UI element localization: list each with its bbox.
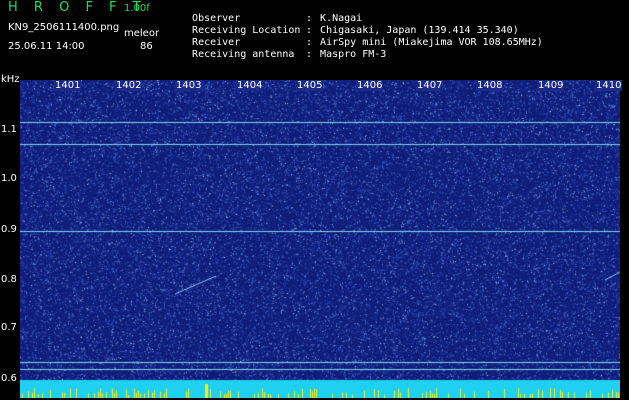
separator: : (306, 49, 313, 60)
x-tick-label: 1407 (416, 80, 444, 91)
mode-label: meleor (124, 28, 160, 39)
x-tick-label: 1404 (236, 80, 264, 91)
x-tick-label: 1409 (537, 80, 565, 91)
y-tick-label: 0.6 (1, 373, 17, 384)
y-tick-label: 0.8 (1, 274, 17, 285)
spectrogram-canvas (20, 80, 620, 398)
antenna-label: Receiving antenna (192, 49, 295, 60)
y-tick-label: 1.0 (1, 173, 17, 184)
file-name: KN9_2506111400.png (8, 22, 120, 33)
y-tick-label: 1.1 (1, 124, 17, 135)
x-tick-label: 1406 (356, 80, 384, 91)
x-tick-label: 1403 (175, 80, 203, 91)
x-tick-label: 1408 (476, 80, 504, 91)
antenna-value: Maspro FM-3 (320, 49, 387, 60)
y-tick-label: 0.9 (1, 224, 17, 235)
x-tick-label: 1405 (296, 80, 324, 91)
event-count: 86 (140, 41, 153, 52)
antenna-row: Receiving antenna: Maspro FM-3 (180, 38, 386, 60)
x-tick-label: 1410 (595, 80, 623, 91)
x-tick-label: 1401 (54, 80, 82, 91)
version-label: 1.00f (124, 3, 150, 14)
observation-datetime: 25.06.11 14:00 (8, 41, 85, 52)
unit-label: kHz (1, 74, 20, 85)
y-tick-label: 0.7 (1, 322, 17, 333)
x-tick-label: 1402 (115, 80, 143, 91)
